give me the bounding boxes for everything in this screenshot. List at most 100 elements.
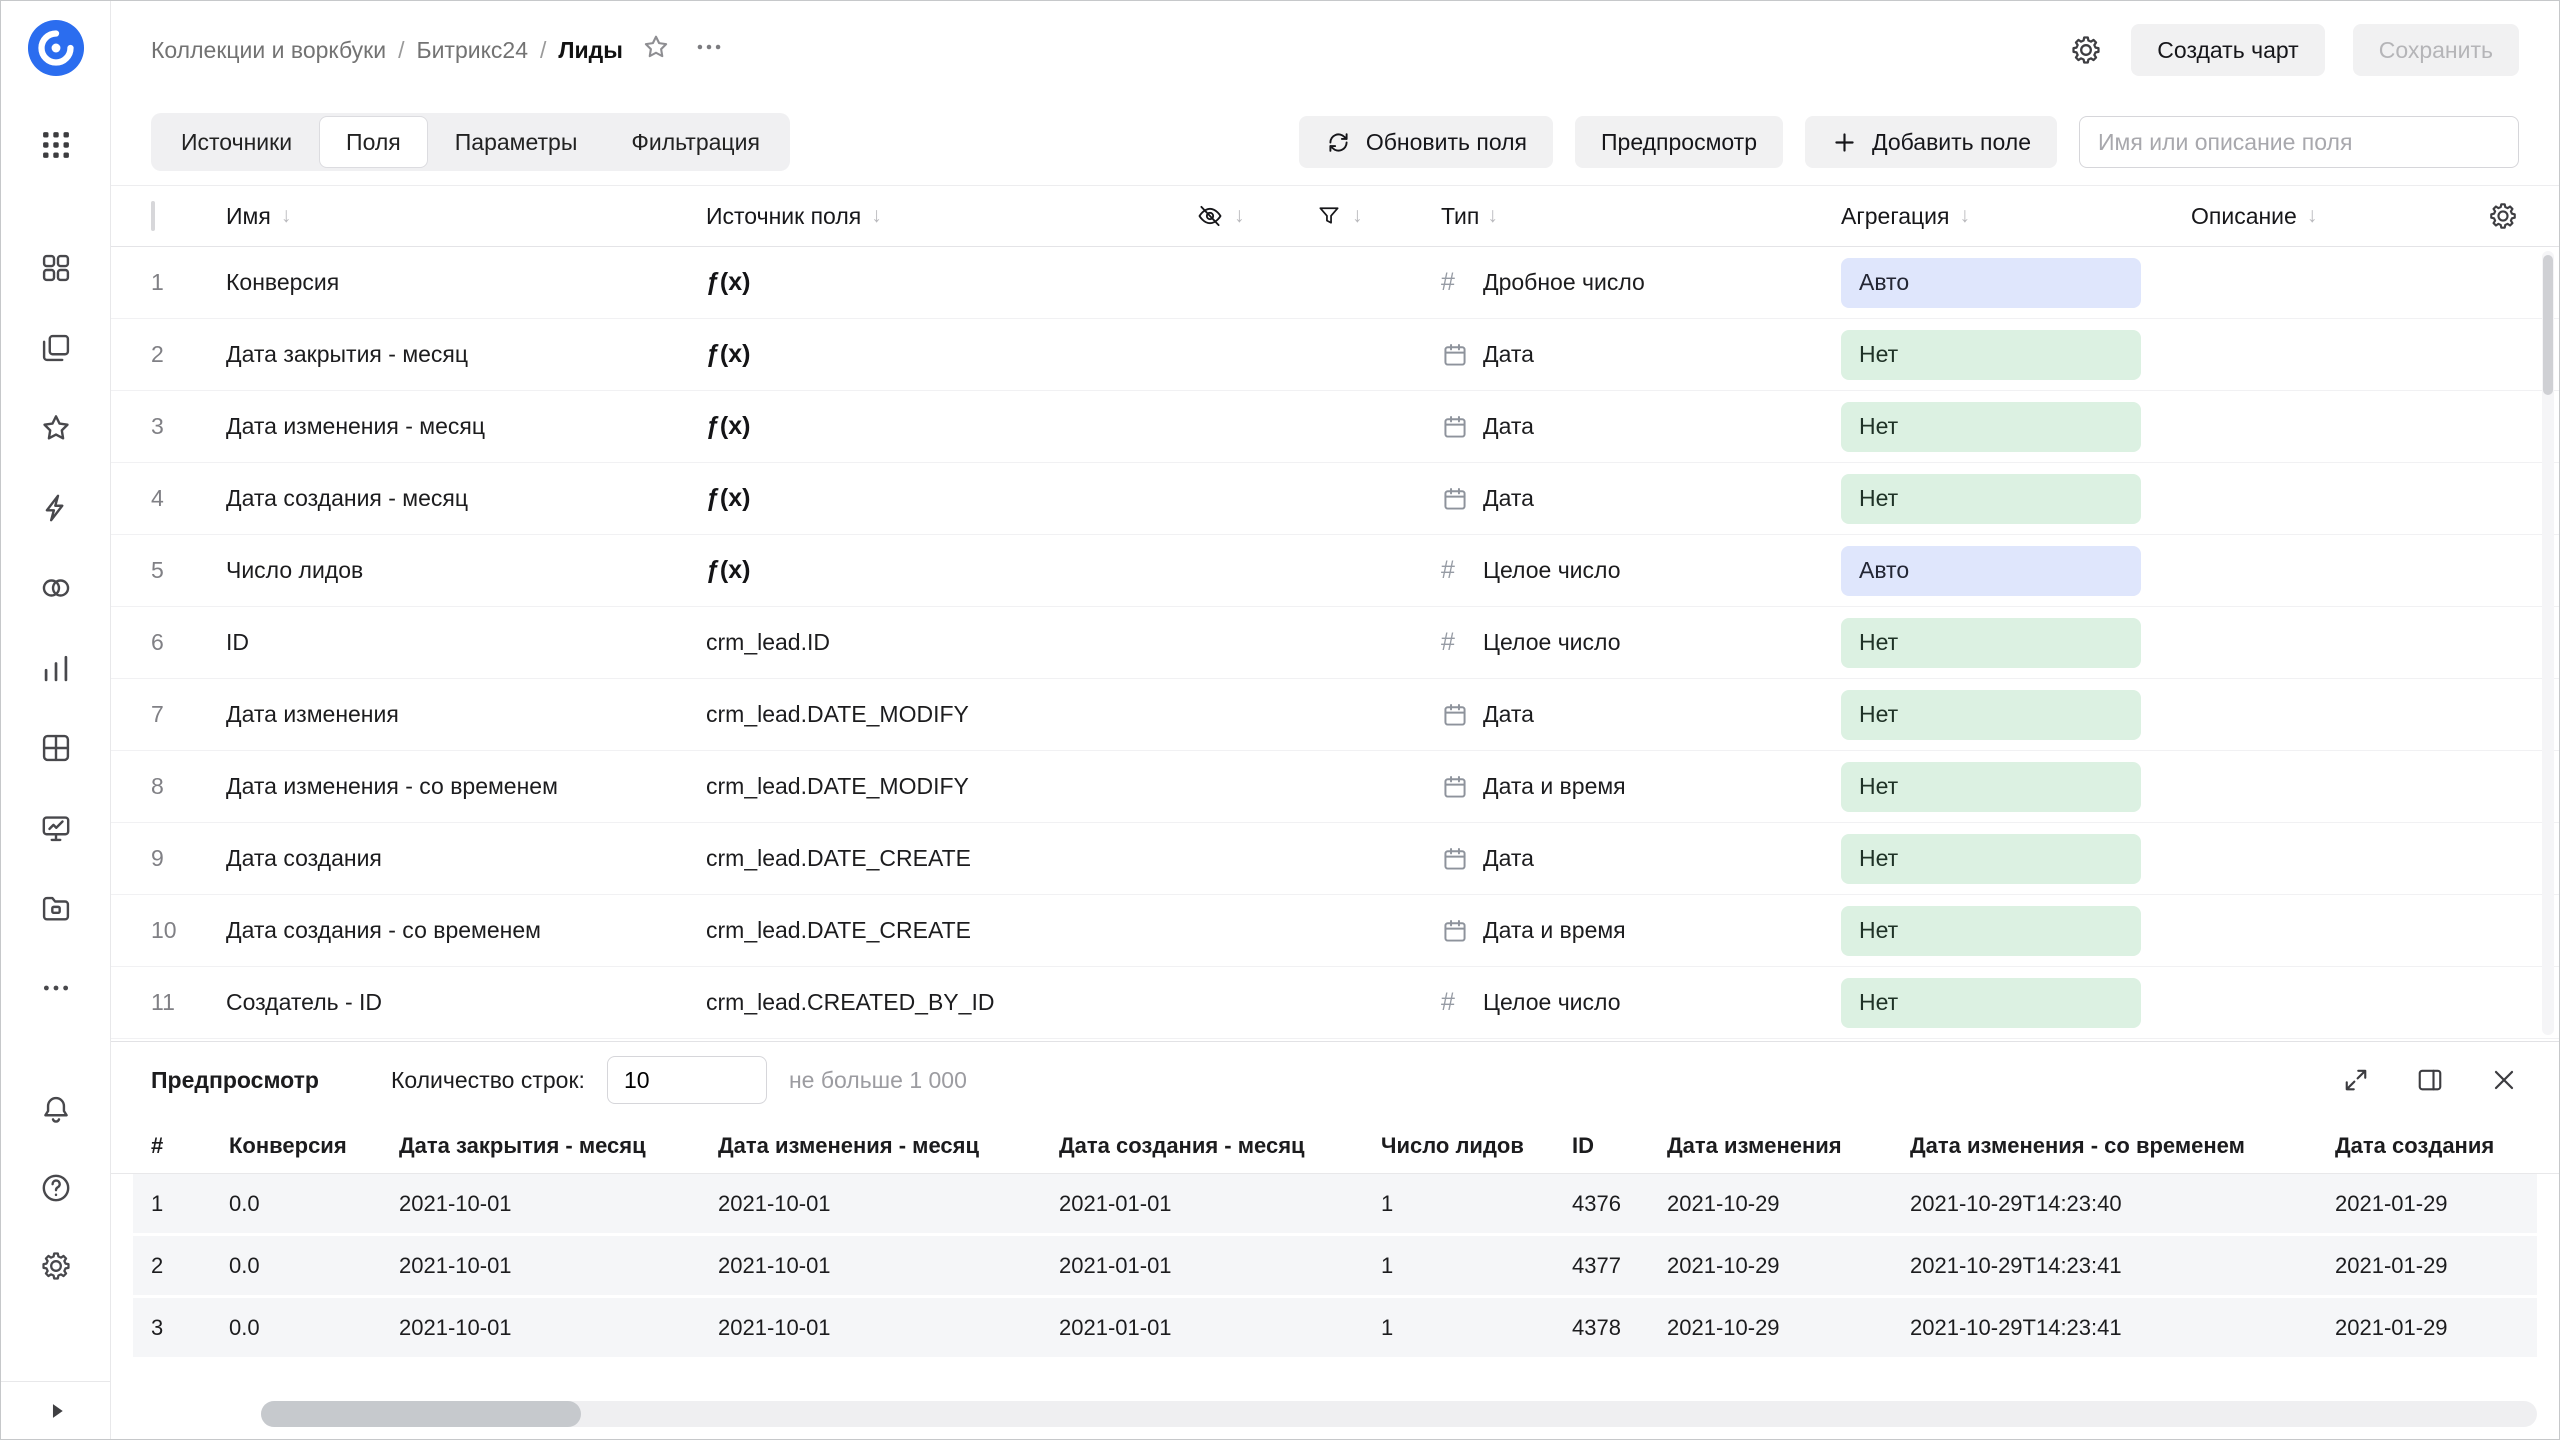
- aggregation-select[interactable]: Нет: [1841, 402, 2141, 452]
- preview-column-header: Дата изменения - месяц: [718, 1133, 1059, 1159]
- preview-cell: 2021-01-01: [1059, 1315, 1381, 1341]
- aggregation-select[interactable]: Нет: [1841, 618, 2141, 668]
- horizontal-scrollbar-thumb[interactable]: [261, 1401, 581, 1427]
- field-source: crm_lead.CREATED_BY_ID: [706, 989, 994, 1016]
- create-chart-button[interactable]: Создать чарт: [2131, 24, 2324, 76]
- field-search-input[interactable]: [2079, 116, 2519, 168]
- field-row[interactable]: 9 Дата создания ƒ(x) crm_lead.DATE_CREAT…: [111, 823, 2559, 895]
- vertical-scrollbar-thumb[interactable]: [2543, 255, 2553, 395]
- help-icon[interactable]: [39, 1171, 73, 1205]
- aggregation-select[interactable]: Нет: [1841, 690, 2141, 740]
- column-header-filter[interactable]: ↓: [1316, 203, 1441, 229]
- field-type-icon[interactable]: #: [1441, 341, 1475, 369]
- rows-count-input[interactable]: [607, 1056, 767, 1104]
- select-all-checkbox[interactable]: [151, 201, 155, 231]
- preview-cell: 2021-10-29: [1667, 1253, 1910, 1279]
- dataset-tab[interactable]: Источники: [154, 116, 319, 168]
- calendar-icon: [1441, 485, 1469, 513]
- vertical-scrollbar[interactable]: [2542, 251, 2554, 1035]
- dataset-tab[interactable]: Поля: [319, 116, 428, 168]
- field-type-icon[interactable]: #: [1441, 917, 1475, 945]
- datalens-logo[interactable]: [27, 19, 85, 83]
- sidebar-nav: [39, 251, 73, 1005]
- formula-icon[interactable]: ƒ(x): [706, 268, 750, 297]
- table-settings-gear-icon[interactable]: [2487, 200, 2519, 232]
- field-row[interactable]: 3 Дата изменения - месяц ƒ(x) #: [111, 391, 2559, 463]
- field-type-icon[interactable]: #: [1441, 701, 1475, 729]
- formula-icon[interactable]: ƒ(x): [706, 412, 750, 441]
- expand-preview-icon[interactable]: [2341, 1065, 2371, 1095]
- column-header-source[interactable]: Источник поля↓: [706, 203, 1196, 230]
- dock-preview-icon[interactable]: [2415, 1065, 2445, 1095]
- formula-icon[interactable]: ƒ(x): [706, 340, 750, 369]
- dataset-tab[interactable]: Фильтрация: [604, 116, 787, 168]
- breadcrumb-collections[interactable]: Коллекции и воркбуки: [151, 37, 386, 64]
- formula-icon[interactable]: ƒ(x): [706, 484, 750, 513]
- aggregation-select[interactable]: Нет: [1841, 474, 2141, 524]
- apps-grid-icon[interactable]: [38, 127, 74, 163]
- nav-editor-icon[interactable]: [39, 811, 73, 845]
- sort-down-icon: ↓: [1352, 204, 1363, 228]
- row-number: 7: [151, 701, 226, 728]
- field-row[interactable]: 2 Дата закрытия - месяц ƒ(x) #: [111, 319, 2559, 391]
- field-row[interactable]: 5 Число лидов ƒ(x) #: [111, 535, 2559, 607]
- preview-title: Предпросмотр: [151, 1067, 319, 1094]
- nav-workbooks-icon[interactable]: [39, 331, 73, 365]
- field-row[interactable]: 6 ID ƒ(x) crm_lead.ID #: [111, 607, 2559, 679]
- calendar-icon: [1441, 701, 1469, 729]
- nav-datasets-icon[interactable]: [39, 571, 73, 605]
- aggregation-select[interactable]: Нет: [1841, 762, 2141, 812]
- settings-gear-icon[interactable]: [39, 1249, 73, 1283]
- aggregation-select[interactable]: Авто: [1841, 546, 2141, 596]
- field-type-icon[interactable]: #: [1441, 556, 1475, 585]
- nav-favorites-icon[interactable]: [39, 411, 73, 445]
- dataset-tab[interactable]: Параметры: [428, 116, 605, 168]
- nav-collections-icon[interactable]: [39, 251, 73, 285]
- field-row[interactable]: 7 Дата изменения ƒ(x) crm_lead.DATE_MODI…: [111, 679, 2559, 751]
- field-row[interactable]: 1 Конверсия ƒ(x) #: [111, 247, 2559, 319]
- column-header-name[interactable]: Имя↓: [226, 203, 706, 230]
- field-row[interactable]: 11 Создатель - ID ƒ(x) crm_lead.CREATED_…: [111, 967, 2559, 1039]
- aggregation-select[interactable]: Нет: [1841, 978, 2141, 1028]
- nav-storage-icon[interactable]: [39, 891, 73, 925]
- field-type-icon[interactable]: #: [1441, 413, 1475, 441]
- field-row[interactable]: 8 Дата изменения - со временем ƒ(x) crm_…: [111, 751, 2559, 823]
- nav-connections-icon[interactable]: [39, 491, 73, 525]
- field-type-icon[interactable]: #: [1441, 485, 1475, 513]
- column-header-aggregation[interactable]: Агрегация↓: [1841, 203, 2191, 230]
- more-actions-icon[interactable]: [693, 31, 725, 69]
- notifications-bell-icon[interactable]: [39, 1093, 73, 1127]
- row-number: 11: [151, 989, 226, 1016]
- formula-icon[interactable]: ƒ(x): [706, 556, 750, 585]
- dataset-settings-gear-icon[interactable]: [2069, 33, 2103, 67]
- nav-charts-icon[interactable]: [39, 651, 73, 685]
- sidebar-expand-button[interactable]: [1, 1381, 110, 1439]
- aggregation-select[interactable]: Нет: [1841, 906, 2141, 956]
- save-button[interactable]: Сохранить: [2353, 24, 2519, 76]
- column-header-description[interactable]: Описание↓: [2191, 203, 2439, 230]
- field-type-icon[interactable]: #: [1441, 845, 1475, 873]
- nav-dashboards-icon[interactable]: [39, 731, 73, 765]
- field-type-icon[interactable]: #: [1441, 268, 1475, 297]
- horizontal-scrollbar[interactable]: [261, 1401, 2537, 1427]
- preview-cell: 1: [1381, 1253, 1572, 1279]
- field-type-icon[interactable]: #: [1441, 773, 1475, 801]
- breadcrumb-workbook[interactable]: Битрикс24: [416, 37, 528, 64]
- column-header-type[interactable]: Тип↓: [1441, 203, 1841, 230]
- refresh-fields-button[interactable]: Обновить поля: [1299, 116, 1553, 168]
- add-field-button[interactable]: Добавить поле: [1805, 116, 2057, 168]
- nav-more-icon[interactable]: [39, 971, 73, 1005]
- field-row[interactable]: 10 Дата создания - со временем ƒ(x) crm_…: [111, 895, 2559, 967]
- close-preview-icon[interactable]: [2489, 1065, 2519, 1095]
- preview-button[interactable]: Предпросмотр: [1575, 116, 1783, 168]
- fields-table-header: Имя↓ Источник поля↓ ↓ ↓ Тип↓ Агрегация↓ …: [111, 185, 2559, 247]
- field-type-icon[interactable]: #: [1441, 628, 1475, 657]
- favorite-star-icon[interactable]: [641, 32, 671, 68]
- aggregation-select[interactable]: Нет: [1841, 330, 2141, 380]
- column-header-hidden[interactable]: ↓: [1196, 202, 1316, 230]
- aggregation-select[interactable]: Авто: [1841, 258, 2141, 308]
- row-number: 1: [151, 269, 226, 296]
- field-row[interactable]: 4 Дата создания - месяц ƒ(x) #: [111, 463, 2559, 535]
- aggregation-select[interactable]: Нет: [1841, 834, 2141, 884]
- field-type-icon[interactable]: #: [1441, 988, 1475, 1017]
